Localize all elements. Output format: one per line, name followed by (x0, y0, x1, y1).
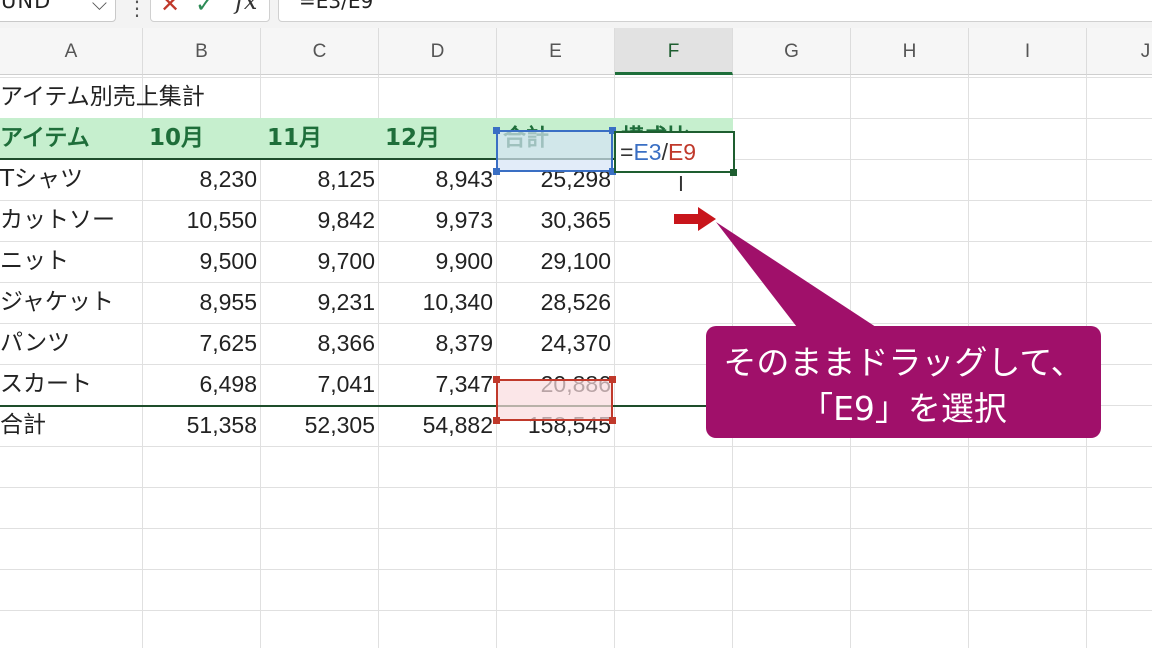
column-header-h[interactable]: H (851, 28, 969, 75)
oct-cell[interactable]: 8,955 (143, 282, 257, 323)
total-cell[interactable]: 30,365 (497, 200, 611, 241)
oct-cell[interactable]: 6,498 (143, 364, 257, 405)
callout-line-1: そのままドラッグして、 (723, 343, 1084, 382)
item-cell[interactable]: ジャケット (0, 282, 114, 323)
sheet-title[interactable]: アイテム別売上集計 (0, 77, 205, 118)
column-header-e[interactable]: E (497, 28, 615, 75)
header-cell[interactable]: 11月 (267, 118, 322, 159)
nov-cell[interactable]: 8,366 (261, 323, 375, 364)
range-handle[interactable] (493, 417, 500, 424)
chevron-down-icon[interactable]: ⌵ (92, 0, 107, 15)
dec-cell[interactable]: 7,347 (379, 364, 493, 405)
total-cell[interactable]: 24,370 (497, 323, 611, 364)
header-cell[interactable]: アイテム (0, 118, 90, 159)
cell-formula-editor[interactable]: =E3/E9 (620, 133, 696, 171)
item-cell[interactable]: ニット (0, 241, 69, 282)
name-box[interactable]: UND ⌵ (0, 0, 116, 22)
nov-cell[interactable]: 8,125 (261, 159, 375, 200)
callout-line-2: 「E9」を選択 (800, 389, 1007, 428)
total-dec-cell[interactable]: 54,882 (379, 405, 493, 446)
column-header-j[interactable]: J (1087, 28, 1152, 75)
oct-cell[interactable]: 9,500 (143, 241, 257, 282)
text-cursor-icon: I (678, 172, 684, 196)
nov-cell[interactable]: 9,700 (261, 241, 375, 282)
horizontal-gridline (0, 569, 1152, 570)
total-oct-cell[interactable]: 51,358 (143, 405, 257, 446)
formula-equals: = (620, 139, 634, 165)
range-handle[interactable] (609, 376, 616, 383)
dec-cell[interactable]: 9,900 (379, 241, 493, 282)
horizontal-gridline (0, 528, 1152, 529)
name-box-value: UND (1, 0, 52, 13)
horizontal-gridline (0, 446, 1152, 447)
formula-ref-e9: E9 (667, 139, 697, 165)
red-arrow-icon (674, 207, 716, 231)
more-options-icon[interactable]: ⋮ (127, 0, 147, 20)
item-cell[interactable]: Tシャツ (0, 159, 83, 200)
column-header-f[interactable]: F (615, 28, 733, 75)
formula-ref-e3: E3 (633, 139, 662, 165)
total-cell[interactable]: 28,526 (497, 282, 611, 323)
cancel-icon[interactable]: ✕ (160, 0, 180, 18)
reference-range-e9[interactable] (496, 379, 613, 421)
dec-cell[interactable]: 9,973 (379, 200, 493, 241)
totals-label[interactable]: 合計 (0, 405, 46, 446)
total-cell[interactable]: 29,100 (497, 241, 611, 282)
item-cell[interactable]: カットソー (0, 200, 115, 241)
item-cell[interactable]: スカート (0, 364, 92, 405)
range-handle[interactable] (493, 376, 500, 383)
dec-cell[interactable]: 8,379 (379, 323, 493, 364)
formula-buttons: ✕ ✓ fx (150, 0, 270, 22)
range-handle[interactable] (609, 417, 616, 424)
dec-cell[interactable]: 10,340 (379, 282, 493, 323)
oct-cell[interactable]: 7,625 (143, 323, 257, 364)
oct-cell[interactable]: 10,550 (143, 200, 257, 241)
enter-icon[interactable]: ✓ (195, 0, 215, 18)
horizontal-gridline (0, 610, 1152, 611)
nov-cell[interactable]: 7,041 (261, 364, 375, 405)
oct-cell[interactable]: 8,230 (143, 159, 257, 200)
range-handle[interactable] (493, 127, 500, 134)
formula-text: =E3/E9 (299, 0, 374, 13)
column-header-b[interactable]: B (143, 28, 261, 75)
nov-cell[interactable]: 9,842 (261, 200, 375, 241)
header-cell[interactable]: 10月 (149, 118, 204, 159)
total-nov-cell[interactable]: 52,305 (261, 405, 375, 446)
column-header-g[interactable]: G (733, 28, 851, 75)
reference-range-e3[interactable] (496, 130, 613, 172)
range-handle[interactable] (493, 168, 500, 175)
dec-cell[interactable]: 8,943 (379, 159, 493, 200)
insert-function-icon[interactable]: fx (235, 0, 257, 15)
column-header-i[interactable]: I (969, 28, 1087, 75)
instruction-callout: そのままドラッグして、 「E9」を選択 (706, 326, 1101, 438)
column-header-c[interactable]: C (261, 28, 379, 75)
horizontal-gridline (0, 487, 1152, 488)
formula-bar: UND ⌵ ⋮ ✕ ✓ fx =E3/E9 (0, 0, 1152, 28)
nov-cell[interactable]: 9,231 (261, 282, 375, 323)
formula-input[interactable]: =E3/E9 (278, 0, 1152, 22)
item-cell[interactable]: パンツ (0, 323, 70, 364)
column-header-d[interactable]: D (379, 28, 497, 75)
header-cell[interactable]: 12月 (385, 118, 440, 159)
fill-handle[interactable] (730, 169, 737, 176)
column-header-a[interactable]: A (0, 28, 143, 75)
